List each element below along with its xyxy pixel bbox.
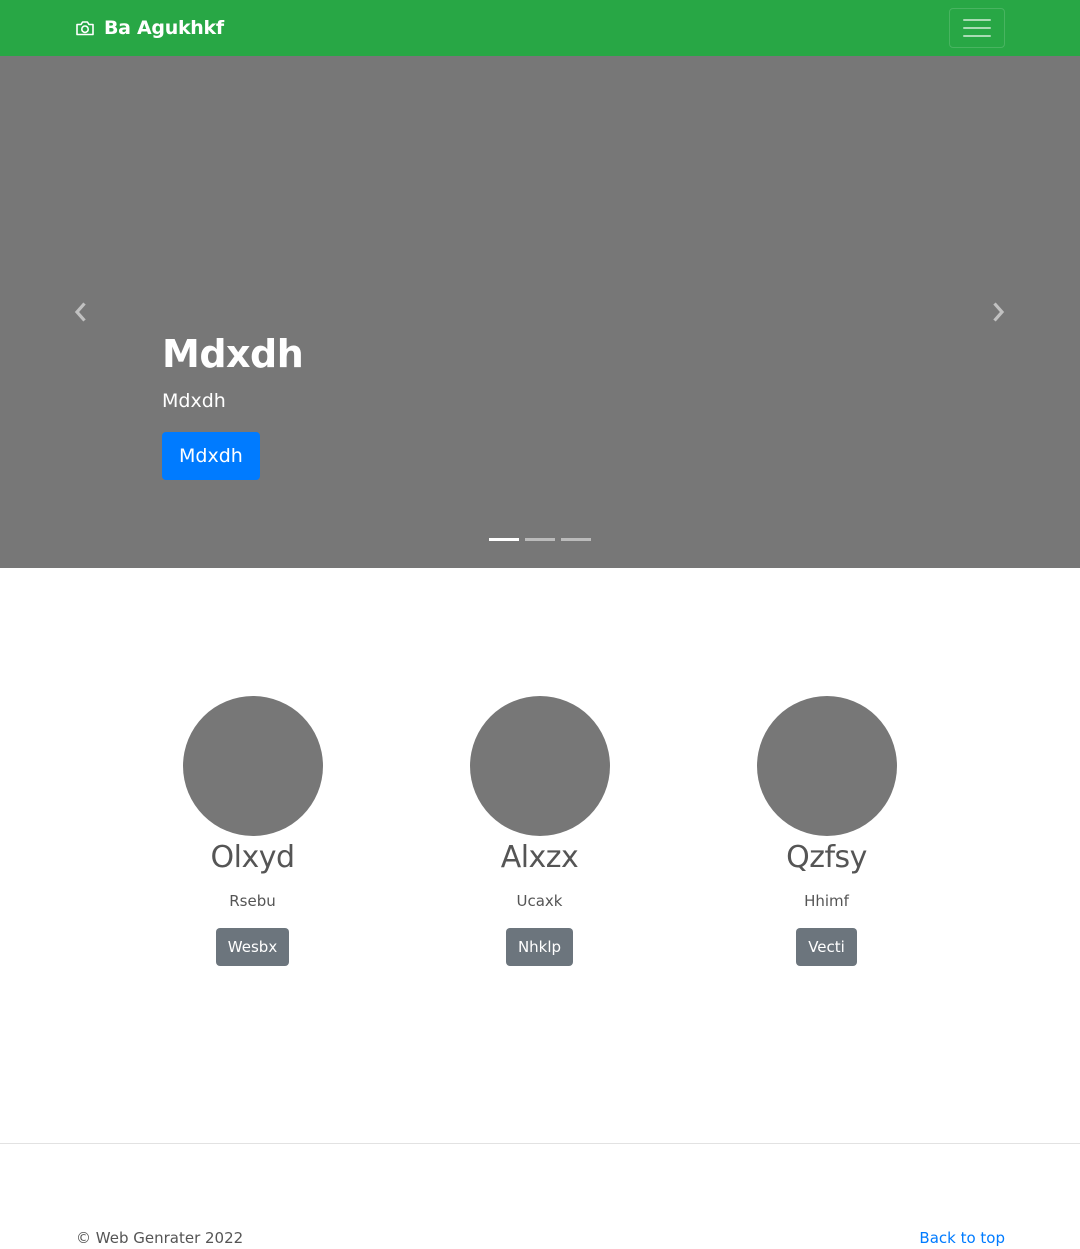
carousel-indicator-1[interactable]: [489, 538, 519, 541]
carousel-indicators: [489, 538, 591, 541]
feature-column: Qzfsy Hhimf Vecti: [683, 696, 970, 966]
chevron-left-icon: [74, 302, 86, 322]
navbar: Ba Agukhkf: [0, 0, 1080, 56]
carousel-prev-button[interactable]: [68, 299, 94, 325]
carousel-subtitle: Mdxdh: [162, 390, 226, 412]
feature-column: Olxyd Rsebu Wesbx: [109, 696, 396, 966]
footer-divider: [0, 1143, 1080, 1144]
column-text: Rsebu: [229, 892, 276, 910]
column-text: Ucaxk: [516, 892, 563, 910]
column-button[interactable]: Vecti: [796, 928, 857, 966]
footer-copyright: © Web Genrater 2022: [76, 1229, 244, 1247]
carousel-caption: Mdxdh Mdxdh Mdxdh: [162, 330, 304, 480]
column-button[interactable]: Wesbx: [215, 928, 290, 966]
back-to-top-link[interactable]: Back to top: [919, 1227, 1005, 1249]
carousel-cta-button[interactable]: Mdxdh: [162, 432, 260, 480]
column-title: Alxzx: [500, 840, 579, 875]
column-button[interactable]: Nhklp: [505, 928, 574, 966]
navbar-toggler-button[interactable]: [949, 8, 1005, 48]
feature-column: Alxzx Ucaxk Nhklp: [396, 696, 683, 966]
carousel-indicator-2[interactable]: [525, 538, 555, 541]
chevron-right-icon: [993, 302, 1005, 322]
camera-icon: [76, 21, 94, 36]
avatar-placeholder: [469, 696, 610, 836]
hamburger-menu-icon: [963, 19, 991, 37]
carousel-next-button[interactable]: [985, 299, 1011, 325]
carousel-indicator-3[interactable]: [561, 538, 591, 541]
column-text: Hhimf: [804, 892, 849, 910]
column-title: Qzfsy: [786, 840, 867, 875]
hero-carousel: Mdxdh Mdxdh Mdxdh: [0, 56, 1080, 568]
brand-link[interactable]: Ba Agukhkf: [75, 0, 224, 56]
avatar-placeholder: [756, 696, 897, 836]
brand-name: Ba Agukhkf: [104, 17, 224, 39]
carousel-title: Mdxdh: [162, 332, 304, 376]
avatar-placeholder: [182, 696, 323, 836]
column-title: Olxyd: [210, 840, 296, 875]
